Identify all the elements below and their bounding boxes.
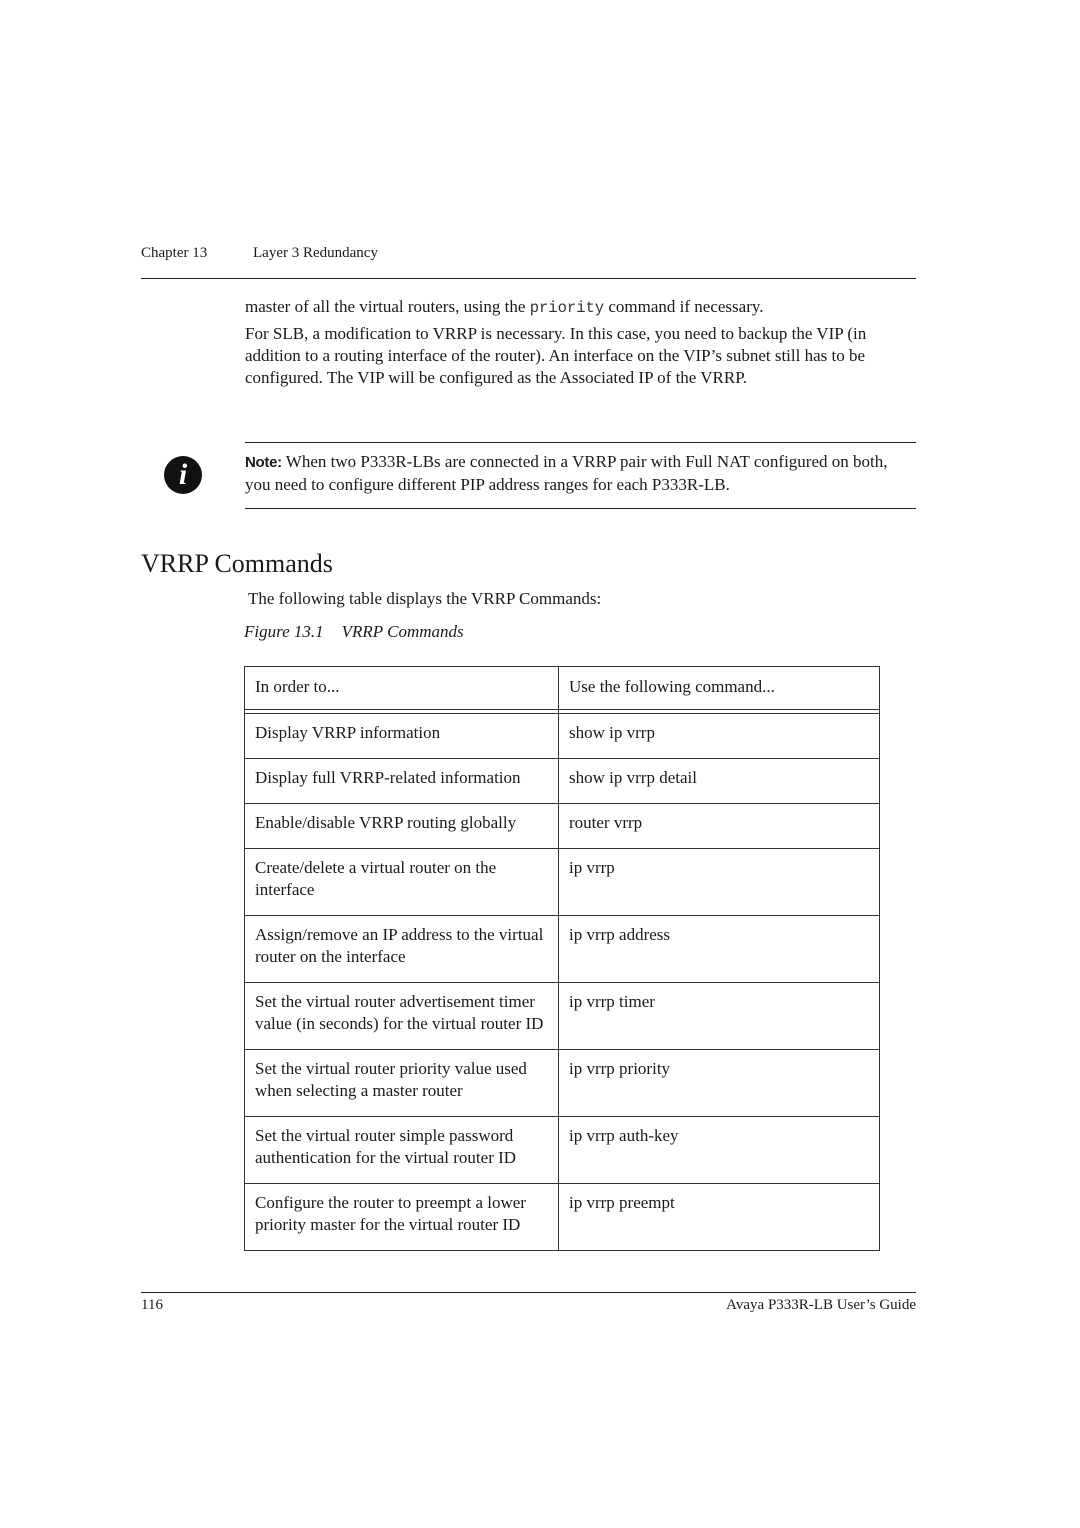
note-text: When two P333R-LBs are connected in a VR…: [245, 452, 888, 494]
figure-number: Figure 13.1: [244, 622, 324, 641]
cell-command: show ip vrrp: [558, 713, 880, 759]
section-title: VRRP Commands: [141, 549, 333, 578]
paragraph-text: command if necessary.: [604, 297, 764, 316]
cell-command: ip vrrp: [558, 848, 880, 916]
cell-command: ip vrrp preempt: [558, 1183, 880, 1251]
cell-purpose: Set the virtual router simple password a…: [244, 1116, 559, 1184]
info-icon: i: [164, 456, 202, 494]
paragraph-slb: For SLB, a modification to VRRP is neces…: [245, 324, 867, 387]
cell-command: ip vrrp address: [558, 915, 880, 983]
cell-command: ip vrrp timer: [558, 982, 880, 1050]
table-row: Assign/remove an IP address to the virtu…: [244, 915, 880, 983]
code-priority: priority: [529, 299, 605, 317]
paragraph-priority: master of all the virtual routers, using…: [245, 296, 917, 319]
cell-purpose: Configure the router to preempt a lower …: [244, 1183, 559, 1251]
note-top-rule: [245, 442, 916, 443]
header-title: Layer 3 Redundancy: [253, 245, 378, 261]
cell-purpose: Create/delete a virtual router on the in…: [244, 848, 559, 916]
table-row: Set the virtual router simple password a…: [244, 1116, 880, 1184]
section-intro: The following table displays the VRRP Co…: [248, 589, 602, 608]
cell-purpose: Display VRRP information: [244, 713, 559, 759]
figure-title: VRRP Commands: [341, 622, 464, 641]
cell-purpose: Display full VRRP-related information: [244, 758, 559, 804]
cell-purpose: Set the virtual router advertisement tim…: [244, 982, 559, 1050]
table-row: Enable/disable VRRP routing globally rout…: [244, 803, 880, 849]
header-purpose: In order to...: [244, 666, 559, 710]
header-command: Use the following command...: [558, 666, 880, 710]
cell-purpose: Enable/disable VRRP routing globally: [244, 803, 559, 849]
note-label: Note:: [245, 454, 282, 471]
table-row: Display full VRRP-related information sho…: [244, 758, 880, 804]
table-row: Configure the router to preempt a lower …: [244, 1183, 880, 1251]
paragraph-text: master of all the virtual routers, using…: [245, 297, 530, 316]
page-number: 116: [141, 1297, 163, 1313]
header-rule: [141, 278, 916, 279]
cell-command: show ip vrrp detail: [558, 758, 880, 804]
table-header-row: In order to... Use the following command…: [244, 666, 880, 710]
table-row: Set the virtual router priority value us…: [244, 1049, 880, 1117]
note: Note: When two P333R-LBs are connected i…: [245, 451, 917, 496]
table-row: Display VRRP information show ip vrrp: [244, 713, 880, 759]
cell-purpose: Set the virtual router priority value us…: [244, 1049, 559, 1117]
note-bottom-rule: [245, 508, 916, 509]
cell-command: ip vrrp priority: [558, 1049, 880, 1117]
cell-command: ip vrrp auth-key: [558, 1116, 880, 1184]
table-row: Create/delete a virtual router on the in…: [244, 848, 880, 916]
cell-command: router vrrp: [558, 803, 880, 849]
cell-purpose: Assign/remove an IP address to the virtu…: [244, 915, 559, 983]
header-chapter: Chapter 13: [141, 245, 208, 261]
table-row: Set the virtual router advertisement tim…: [244, 982, 880, 1050]
figure-caption: Figure 13.1 VRRP Commands: [244, 622, 464, 642]
guide-title: Avaya P333R-LB User’s Guide: [726, 1297, 916, 1313]
footer-rule: [141, 1292, 916, 1293]
vrrp-commands-table: In order to... Use the following command…: [244, 666, 880, 1251]
